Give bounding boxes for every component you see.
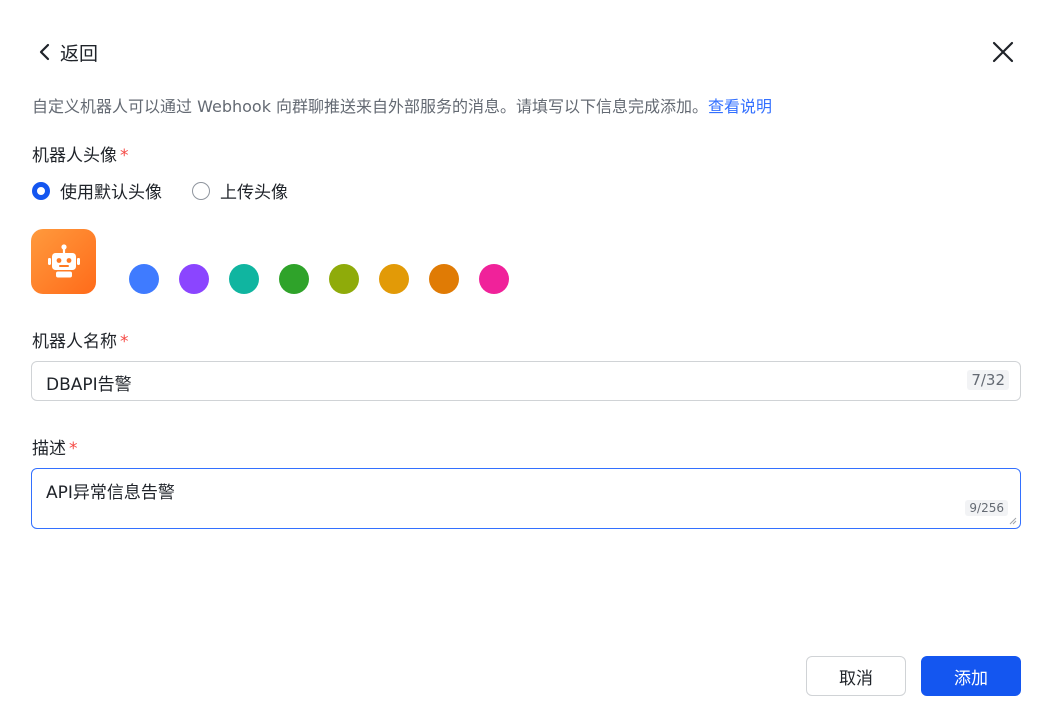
color-swatch[interactable] bbox=[179, 264, 209, 294]
close-icon bbox=[992, 41, 1014, 63]
radio-upload-avatar[interactable]: 上传头像 bbox=[192, 178, 288, 203]
color-swatch[interactable] bbox=[379, 264, 409, 294]
view-docs-link[interactable]: 查看说明 bbox=[708, 97, 772, 116]
radio-default-avatar[interactable]: 使用默认头像 bbox=[32, 178, 162, 203]
avatar-option-group: 使用默认头像 上传头像 bbox=[32, 178, 318, 203]
intro-text: 自定义机器人可以通过 Webhook 向群聊推送来自外部服务的消息。请填写以下信… bbox=[32, 93, 772, 117]
back-label: 返回 bbox=[60, 42, 99, 65]
description-char-counter: 9/256 bbox=[965, 500, 1008, 516]
bot-name-input[interactable] bbox=[46, 370, 926, 394]
radio-unchecked-icon bbox=[192, 181, 210, 200]
required-mark: * bbox=[120, 332, 129, 352]
back-button[interactable]: 返回 bbox=[38, 38, 98, 66]
add-button[interactable]: 添加 bbox=[921, 656, 1021, 696]
name-char-counter: 7/32 bbox=[967, 370, 1009, 390]
chevron-left-icon bbox=[39, 43, 50, 61]
required-mark: * bbox=[120, 146, 129, 166]
name-label-text: 机器人名称 bbox=[32, 332, 117, 352]
avatar-color-swatches bbox=[129, 264, 529, 294]
color-swatch[interactable] bbox=[279, 264, 309, 294]
color-swatch[interactable] bbox=[479, 264, 509, 294]
color-swatch[interactable] bbox=[329, 264, 359, 294]
radio-checked-icon bbox=[32, 181, 50, 200]
description-label-text: 描述 bbox=[32, 439, 66, 459]
color-swatch[interactable] bbox=[129, 264, 159, 294]
required-mark: * bbox=[69, 439, 78, 459]
resize-grip-icon[interactable] bbox=[1009, 517, 1017, 525]
description-textarea[interactable] bbox=[46, 478, 946, 518]
radio-upload-avatar-label: 上传头像 bbox=[220, 183, 288, 203]
avatar-label-text: 机器人头像 bbox=[32, 146, 117, 166]
close-button[interactable] bbox=[990, 39, 1016, 65]
description-field: 9/256 bbox=[31, 468, 1021, 529]
color-swatch[interactable] bbox=[229, 264, 259, 294]
cancel-button[interactable]: 取消 bbox=[806, 656, 906, 696]
color-swatch[interactable] bbox=[429, 264, 459, 294]
add-bot-dialog: 返回 自定义机器人可以通过 Webhook 向群聊推送来自外部服务的消息。请填写… bbox=[0, 0, 1050, 726]
avatar-label: 机器人头像 * bbox=[32, 141, 129, 166]
name-label: 机器人名称 * bbox=[32, 327, 129, 352]
description-label: 描述 * bbox=[32, 434, 78, 459]
intro-description: 自定义机器人可以通过 Webhook 向群聊推送来自外部服务的消息。请填写以下信… bbox=[32, 97, 709, 116]
bot-avatar bbox=[31, 229, 96, 294]
bot-name-field: 7/32 bbox=[31, 361, 1021, 401]
radio-default-avatar-label: 使用默认头像 bbox=[60, 183, 162, 203]
robot-icon bbox=[47, 243, 80, 277]
